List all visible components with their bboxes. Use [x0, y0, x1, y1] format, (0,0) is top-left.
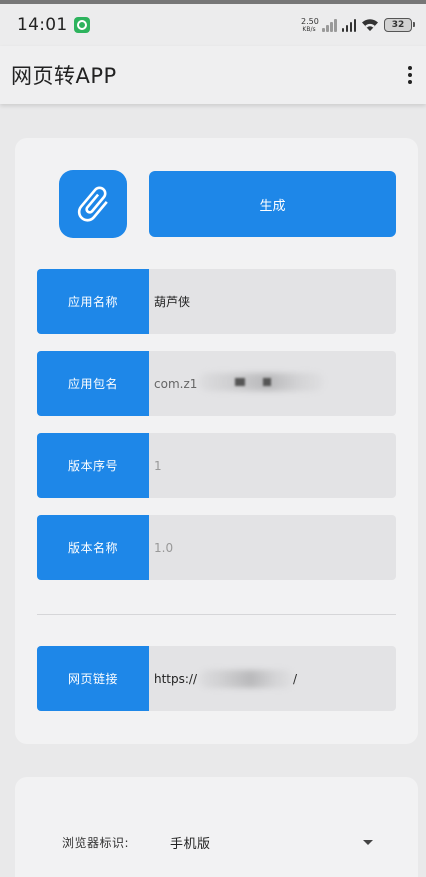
- web-url-input[interactable]: https:// /: [149, 646, 396, 711]
- package-name-input[interactable]: com.z1: [149, 351, 396, 416]
- package-name-row: 应用包名 com.z1: [37, 351, 396, 416]
- signal-sim2-icon: [322, 18, 337, 32]
- redacted-text: [199, 669, 294, 688]
- select-icon-button[interactable]: [59, 170, 127, 238]
- package-name-label: 应用包名: [37, 351, 149, 416]
- generate-button[interactable]: 生成: [149, 171, 396, 237]
- app-name-label: 应用名称: [37, 269, 149, 334]
- web-url-row: 网页链接 https:// /: [37, 646, 396, 711]
- dropdown-arrow-icon[interactable]: [363, 840, 373, 845]
- version-name-input[interactable]: 1.0: [149, 515, 396, 580]
- section-divider: [37, 614, 396, 615]
- page-title: 网页转APP: [11, 64, 117, 88]
- status-bar: 14:01 2.50 KB/s 32: [0, 4, 426, 46]
- status-icons: 2.50 KB/s 32: [301, 16, 415, 33]
- notification-app-icon: [73, 17, 90, 33]
- status-time: 14:01: [17, 15, 68, 35]
- network-speed-unit: KB/s: [302, 25, 316, 33]
- version-code-row: 版本序号 1: [37, 433, 396, 498]
- web-url-label: 网页链接: [37, 646, 149, 711]
- version-name-label: 版本名称: [37, 515, 149, 580]
- redacted-text: [197, 373, 325, 394]
- paperclip-icon: [77, 186, 108, 222]
- version-code-input[interactable]: 1: [149, 433, 396, 498]
- browser-settings-card: 浏览器标识: 手机版: [15, 777, 418, 877]
- browser-ua-select[interactable]: 手机版: [170, 833, 211, 852]
- app-name-input[interactable]: 葫芦侠: [149, 269, 396, 334]
- package-name-value: com.z1: [154, 376, 198, 391]
- app-bar: 网页转APP: [0, 46, 426, 104]
- network-speed-value: 2.50: [301, 16, 319, 26]
- version-name-row: 版本名称 1.0: [37, 515, 396, 580]
- web-url-prefix: https://: [154, 671, 198, 686]
- version-code-label: 版本序号: [37, 433, 149, 498]
- signal-sim1-icon: [341, 18, 356, 32]
- network-speed: 2.50 KB/s: [301, 16, 319, 33]
- more-vert-icon: [408, 66, 412, 70]
- app-config-card: 生成 应用名称 葫芦侠 应用包名 com.z1 版本序号 1 版本名称 1.0 …: [15, 138, 418, 744]
- overflow-menu-button[interactable]: [404, 60, 416, 90]
- wifi-icon: [362, 19, 378, 31]
- browser-ua-label: 浏览器标识:: [62, 836, 130, 850]
- battery-indicator: 32: [384, 18, 415, 32]
- web-url-suffix: /: [293, 671, 298, 686]
- app-name-row: 应用名称 葫芦侠: [37, 269, 396, 334]
